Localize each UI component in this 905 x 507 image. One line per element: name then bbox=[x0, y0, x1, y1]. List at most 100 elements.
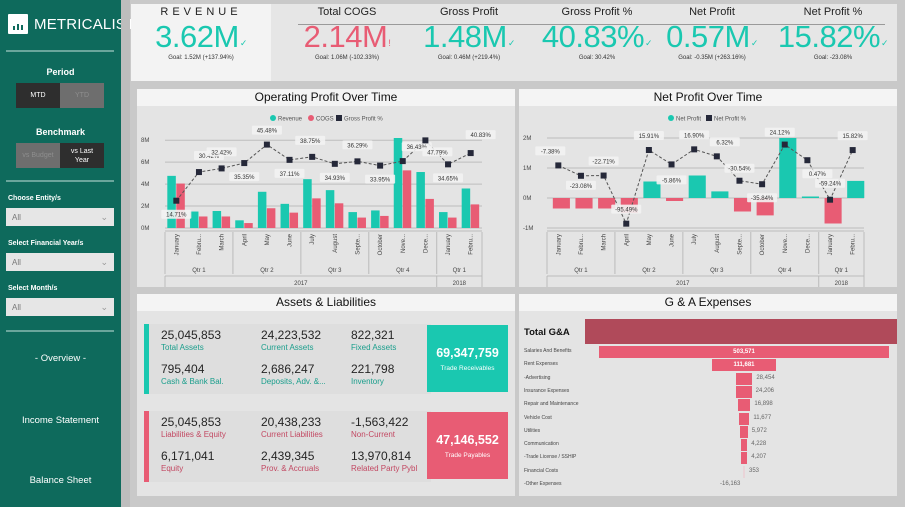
logo-icon bbox=[8, 14, 28, 34]
line-point bbox=[827, 196, 834, 203]
entity-dropdown[interactable]: All ⌄ bbox=[6, 208, 114, 226]
ga-bar[interactable] bbox=[740, 439, 748, 452]
kpi-title: Total COGS bbox=[317, 6, 377, 18]
month-dropdown[interactable]: All ⌄ bbox=[6, 298, 114, 316]
ga-category-label: Rent Expenses bbox=[524, 361, 558, 368]
metric-value: 2,686,247 bbox=[261, 362, 315, 376]
y-tick-label: -1M bbox=[523, 226, 533, 232]
liability-metric: 25,045,853 Liabilities & Equity bbox=[161, 415, 226, 440]
vs-budget-button[interactable]: vs Budget bbox=[16, 143, 60, 168]
line-point bbox=[399, 158, 406, 165]
x-tick-label: April bbox=[624, 234, 630, 246]
vs-last-year-button[interactable]: vs Last Year bbox=[60, 143, 104, 168]
kpi-value: 40.83%✓ bbox=[527, 20, 667, 54]
bar bbox=[847, 180, 865, 198]
year-label: 2018 bbox=[835, 281, 849, 287]
ga-value-label: 4,207 bbox=[751, 454, 767, 461]
ga-category-label: Insurance Expenses bbox=[524, 387, 570, 394]
bar bbox=[176, 183, 185, 228]
data-label: -59.24% bbox=[819, 182, 842, 188]
sidebar-divider bbox=[6, 50, 114, 52]
assets-liabilities-title: Assets & Liabilities bbox=[137, 294, 515, 311]
x-tick-label: Febru... bbox=[851, 234, 857, 255]
sidebar-divider bbox=[6, 180, 114, 182]
ga-total-bar[interactable] bbox=[585, 319, 897, 344]
kpi-goal: Goal: 1.06M (-102.33%) bbox=[314, 55, 380, 61]
kpi-card: Gross Profit % 40.83%✓ Goal: 30.42% bbox=[527, 4, 667, 61]
data-label: -5.86% bbox=[662, 178, 682, 184]
y-tick-label: 4M bbox=[141, 182, 149, 188]
line-point bbox=[736, 177, 743, 184]
legend-label: Gross Profit % bbox=[344, 117, 383, 123]
entity-dropdown-value: All bbox=[12, 212, 21, 222]
ga-bar[interactable] bbox=[736, 385, 752, 398]
quarter-label: Qtr 2 bbox=[260, 268, 274, 274]
data-label: 0.47% bbox=[809, 172, 827, 178]
metric-label: Liabilities & Equity bbox=[161, 430, 226, 439]
bar bbox=[198, 216, 208, 228]
period-ytd-button[interactable]: YTD bbox=[60, 83, 104, 108]
chevron-down-icon: ⌄ bbox=[100, 256, 108, 267]
metric-label: Non-Current bbox=[351, 430, 396, 439]
kpi-value: 15.82%✓ bbox=[768, 20, 898, 54]
operating-profit-chart: Revenue COGS Gross Profit % 0M 2M 4M 6M 8M 14.71… bbox=[141, 115, 496, 287]
period-mtd-button[interactable]: MTD bbox=[16, 83, 60, 108]
x-tick-label: June bbox=[288, 233, 294, 247]
kpi-goal: Goal: -23.08% bbox=[813, 55, 853, 61]
data-label: 15.91% bbox=[639, 134, 660, 140]
ga-bar[interactable] bbox=[735, 372, 753, 385]
liability-metric: 20,438,233 Current Liabilities bbox=[261, 415, 323, 440]
line-point bbox=[467, 150, 474, 157]
metric-label: Current Assets bbox=[261, 343, 314, 352]
line-point bbox=[600, 172, 607, 179]
operating-profit-panel: Operating Profit Over Time Revenue COGS Gr… bbox=[137, 89, 515, 287]
legend-label: Revenue bbox=[278, 117, 303, 123]
ga-bar[interactable] bbox=[737, 399, 751, 412]
data-label: 36.29% bbox=[347, 143, 368, 149]
x-tick-label: January bbox=[556, 234, 562, 255]
legend-label: COGS bbox=[316, 117, 334, 123]
assets-accent-bar bbox=[144, 324, 149, 394]
kpi-card: Total COGS 2.14M! Goal: 1.06M (-102.33%) bbox=[282, 4, 412, 61]
line-point bbox=[445, 161, 452, 168]
ga-category-label: Communication bbox=[524, 441, 559, 448]
nav-balance-sheet[interactable]: Balance Sheet bbox=[0, 475, 121, 486]
line-point bbox=[645, 147, 652, 154]
quarter-label: Qtr 2 bbox=[642, 268, 656, 274]
kpi-card: Gross Profit 1.48M✓ Goal: 0.46M (+219.4%) bbox=[409, 4, 529, 61]
ga-bar[interactable] bbox=[740, 452, 748, 465]
chart-legend: Revenue COGS Gross Profit % bbox=[270, 115, 383, 123]
nav-income-statement[interactable]: Income Statement bbox=[0, 415, 121, 426]
ga-bar[interactable] bbox=[738, 412, 750, 425]
metric-value: 25,045,853 bbox=[161, 328, 222, 342]
metric-label: Fixed Assets bbox=[351, 343, 397, 352]
line-point bbox=[218, 165, 225, 172]
chevron-down-icon: ⌄ bbox=[100, 301, 108, 312]
trade-receivables-card: 69,347,759 Trade Receivables bbox=[427, 325, 508, 392]
kpi-value-text: 15.82% bbox=[777, 19, 881, 54]
check-icon: ✓ bbox=[750, 38, 759, 48]
kpi-card: Net Profit % 15.82%✓ Goal: -23.08% bbox=[768, 4, 898, 61]
kpi-value-text: 2.14M bbox=[303, 19, 388, 54]
trade-payables-value: 47,146,552 bbox=[436, 433, 499, 447]
line-point bbox=[668, 161, 675, 168]
quarter-label: Qtr 1 bbox=[835, 268, 849, 274]
bar bbox=[688, 175, 706, 198]
liability-metric: 2,439,345 Prov. & Accruals bbox=[261, 449, 319, 474]
liabilities-block: 25,045,853 Liabilities & Equity 20,438,233… bbox=[144, 411, 431, 482]
kpi-title: Gross Profit % bbox=[561, 6, 633, 18]
trade-receivables-value: 69,347,759 bbox=[436, 346, 499, 360]
year-dropdown[interactable]: All ⌄ bbox=[6, 253, 114, 271]
bar bbox=[244, 223, 253, 228]
data-label: -7.38% bbox=[541, 149, 561, 155]
check-icon: ✓ bbox=[881, 38, 889, 48]
ga-bar[interactable] bbox=[743, 465, 745, 478]
quarter-label: Qtr 4 bbox=[778, 268, 792, 274]
metric-label: Cash & Bank Bal. bbox=[161, 377, 224, 386]
metric-label: Current Liabilities bbox=[261, 430, 323, 439]
quarter-label: Qtr 3 bbox=[328, 268, 342, 274]
nav-overview[interactable]: - Overview - bbox=[0, 353, 121, 364]
ga-bar[interactable] bbox=[740, 425, 748, 438]
ga-category-label: -Trade License / SSHIP bbox=[524, 454, 577, 461]
x-tick-label: July bbox=[310, 234, 316, 245]
